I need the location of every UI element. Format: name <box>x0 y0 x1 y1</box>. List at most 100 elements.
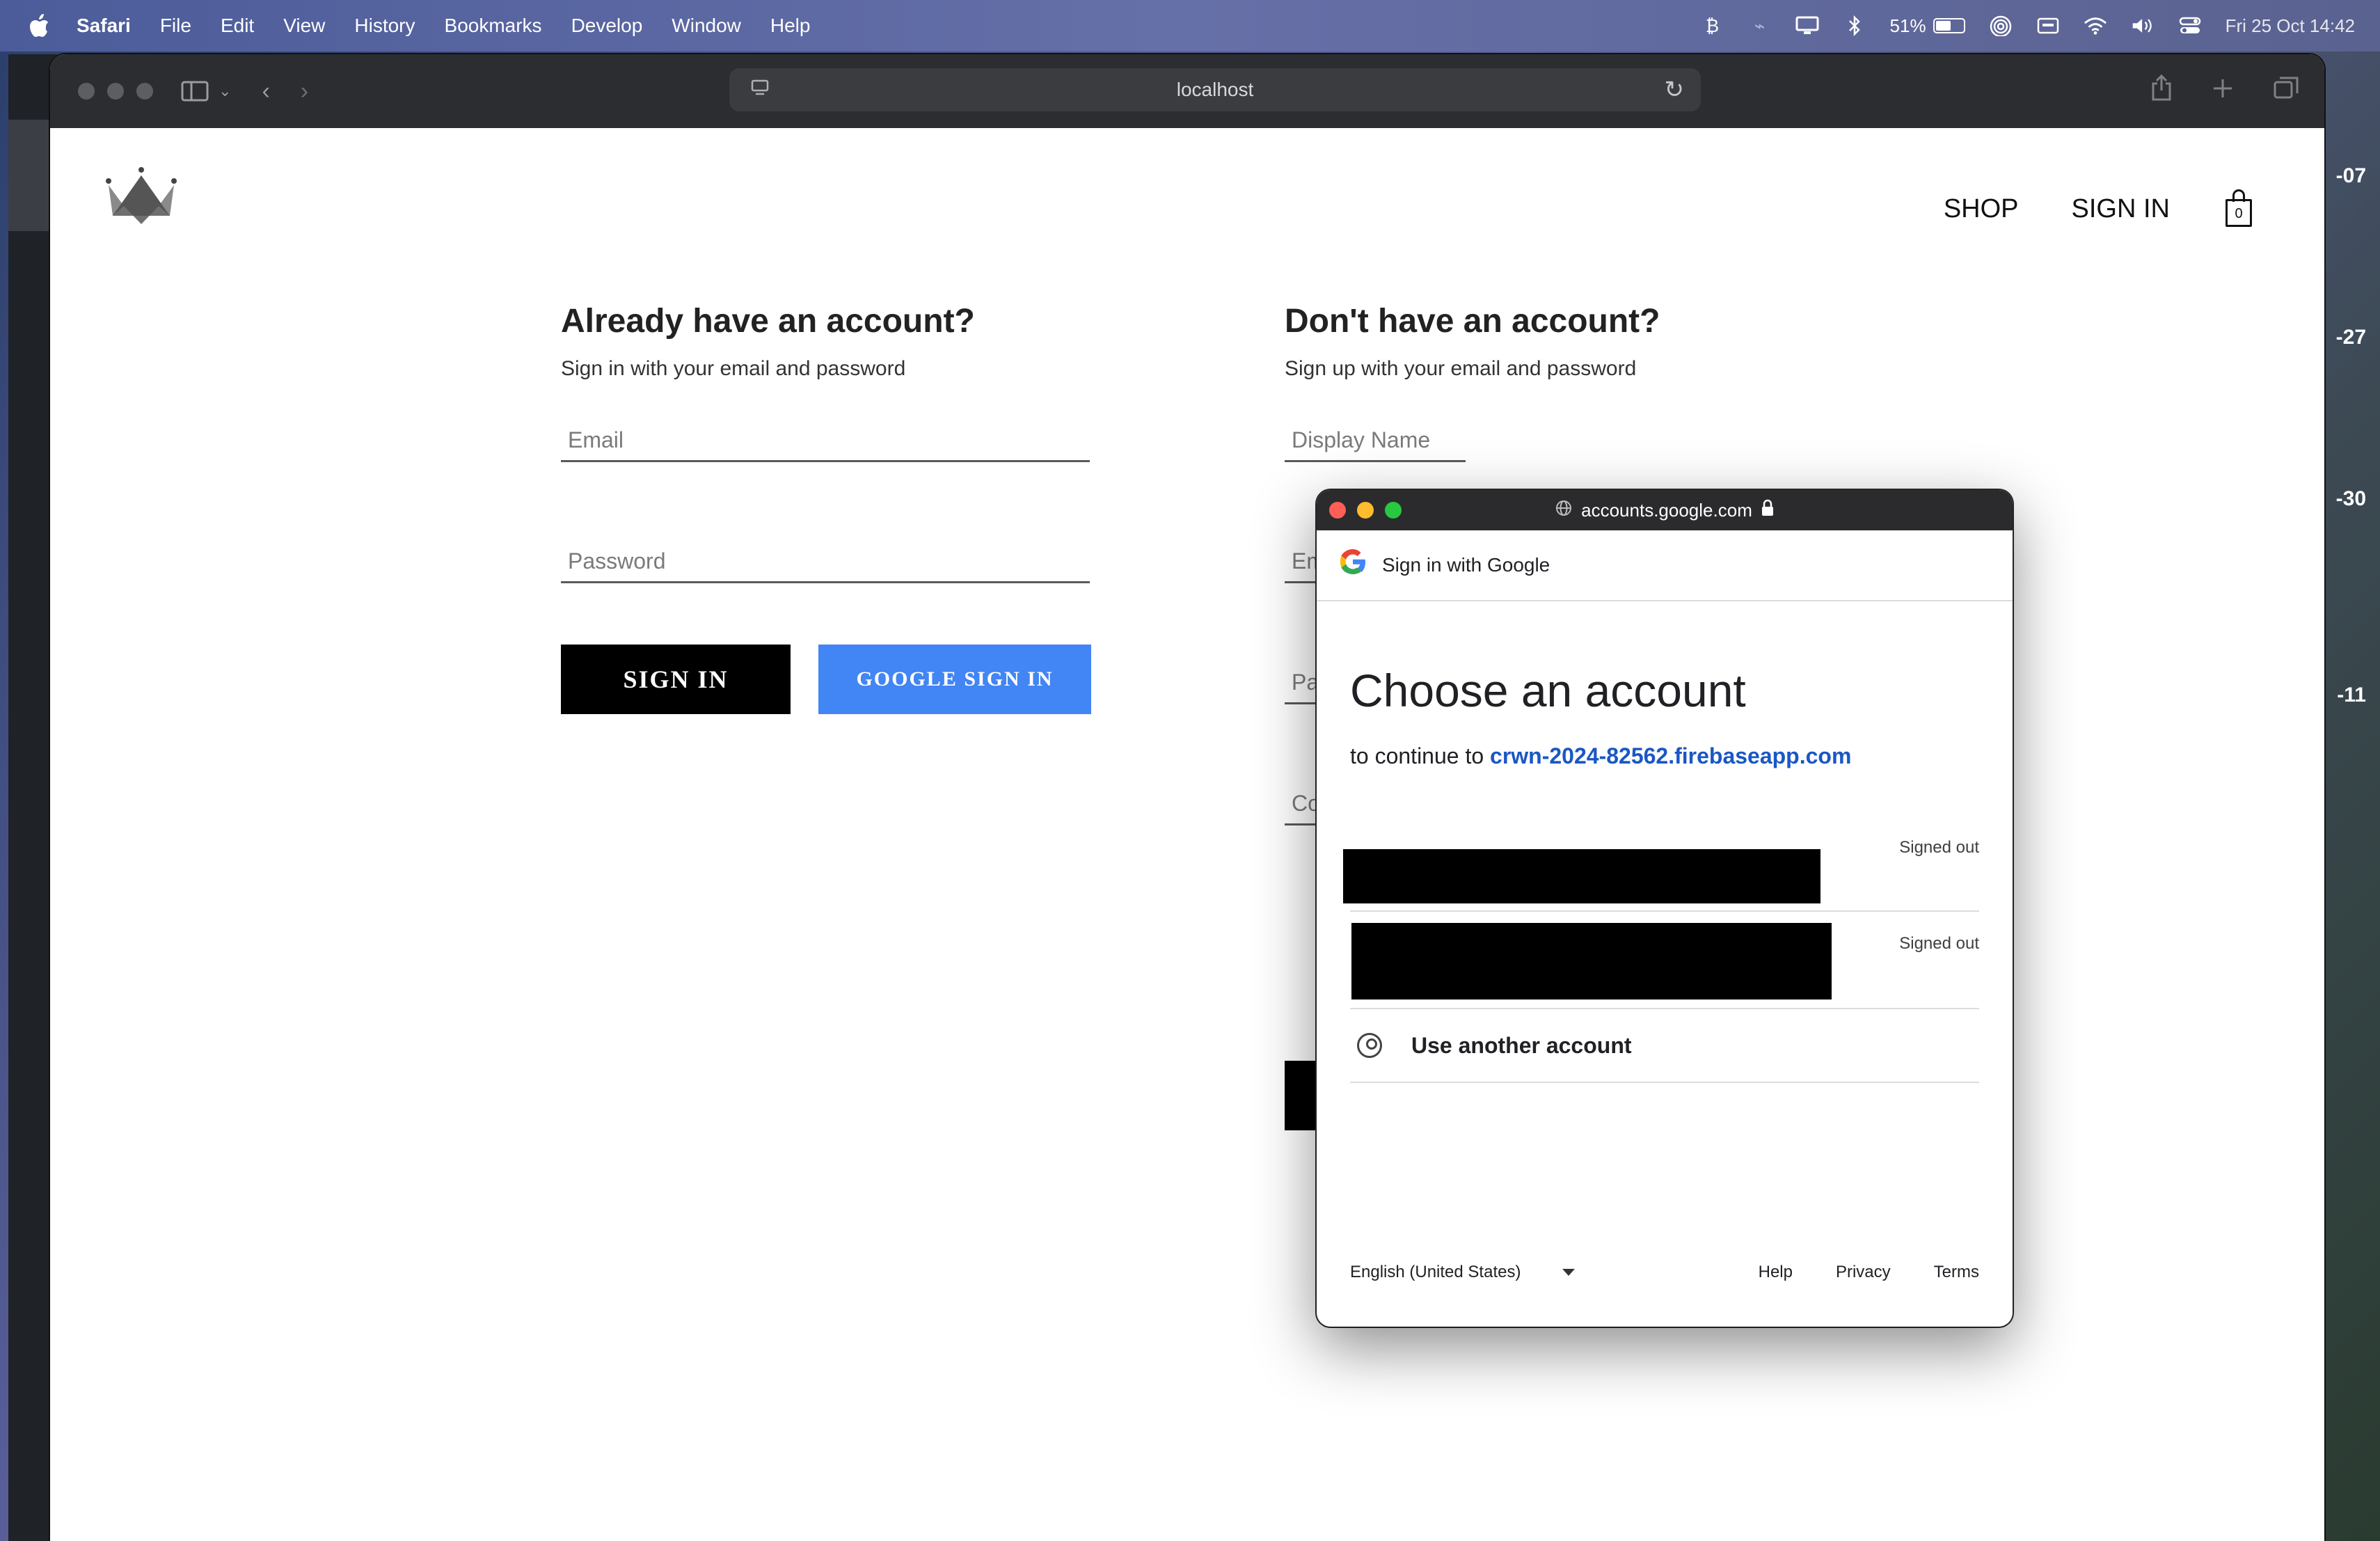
password-placeholder: Password <box>568 548 666 574</box>
email-placeholder: Email <box>568 427 624 452</box>
footer-privacy-link[interactable]: Privacy <box>1836 1263 1891 1282</box>
signup-section: Don't have an account? Sign up with your… <box>1285 302 1855 1130</box>
reload-icon[interactable]: ↻ <box>1665 76 1685 104</box>
menu-help[interactable]: Help <box>770 15 811 37</box>
signin-subtitle: Sign in with your email and password <box>561 357 906 380</box>
popup-titlebar: accounts.google.com <box>1317 490 2013 530</box>
lock-icon <box>1761 499 1775 522</box>
menu-bar: Safari File Edit View History Bookmarks … <box>0 0 2380 52</box>
signin-section: Already have an account? Sign in with yo… <box>561 302 1132 714</box>
footer-help-link[interactable]: Help <box>1759 1263 1793 1282</box>
confirm-password-placeholder: Co <box>1292 791 1320 816</box>
apple-icon[interactable] <box>28 12 51 40</box>
side-label: -07 <box>2335 164 2366 187</box>
popup-zoom-button[interactable] <box>1385 502 1402 519</box>
account-status: Signed out <box>1899 838 1979 857</box>
menu-window[interactable]: Window <box>672 15 741 37</box>
signup-title: Don't have an account? <box>1285 303 1660 340</box>
nav-shop-link[interactable]: SHOP <box>1944 194 2019 224</box>
account-row[interactable]: Signed out <box>1350 913 1979 1009</box>
activity-icon[interactable]: ⌁ <box>1748 15 1772 36</box>
top-nav: SHOP SIGN IN 0 <box>1944 189 2255 228</box>
battery-indicator[interactable]: 51% <box>1890 15 1965 37</box>
chevron-down-icon[interactable]: ⌄ <box>219 82 231 100</box>
footer-terms-link[interactable]: Terms <box>1934 1263 1979 1282</box>
menu-bookmarks[interactable]: Bookmarks <box>445 15 542 37</box>
display-name-placeholder: Display Name <box>1292 427 1431 452</box>
forward-icon[interactable]: › <box>301 78 308 105</box>
signup-password-placeholder: Pa <box>1292 670 1319 695</box>
toolbar-actions <box>2150 54 2299 128</box>
continue-app-link[interactable]: crwn-2024-82562.firebaseapp.com <box>1490 743 1851 768</box>
google-logo-icon <box>1338 546 1368 585</box>
menu-develop[interactable]: Develop <box>571 15 643 37</box>
use-another-account-label: Use another account <box>1411 1032 1632 1058</box>
signin-button[interactable]: SIGN IN <box>561 645 791 714</box>
page-menu-icon[interactable] <box>750 79 770 102</box>
volume-icon[interactable] <box>2131 15 2155 36</box>
menu-safari[interactable]: Safari <box>77 15 131 37</box>
menu-view[interactable]: View <box>283 15 325 37</box>
popup-window-controls <box>1329 502 1402 519</box>
side-label: -11 <box>2337 683 2366 706</box>
continue-prefix: to continue to <box>1350 743 1484 768</box>
cart-count: 0 <box>2235 206 2243 221</box>
menu-history[interactable]: History <box>354 15 415 37</box>
signup-subtitle: Sign up with your email and password <box>1285 357 1637 380</box>
password-field[interactable]: Password <box>561 521 1090 583</box>
new-tab-icon[interactable] <box>2212 77 2234 106</box>
side-label: -27 <box>2335 326 2366 349</box>
redacted-account <box>1351 923 1832 999</box>
language-select-value: English (United States) <box>1350 1263 1521 1281</box>
google-signin-popup: accounts.google.com Sign in with Google … <box>1317 490 2013 1327</box>
cart-icon[interactable]: 0 <box>2223 189 2255 228</box>
dropdown-caret-icon <box>1562 1269 1576 1276</box>
nav-signin-link[interactable]: SIGN IN <box>2072 194 2170 224</box>
wifi-icon[interactable] <box>2084 15 2107 36</box>
address-bar-url: localhost <box>1176 79 1254 100</box>
use-another-account-button[interactable]: Use another account <box>1350 1009 1979 1083</box>
side-label: -30 <box>2335 487 2366 510</box>
window-controls <box>78 83 153 100</box>
address-bar[interactable]: localhost ↻ <box>729 68 1701 111</box>
popup-footer: English (United States) Help Privacy Ter… <box>1350 1263 1979 1282</box>
email-field[interactable]: Email <box>561 400 1090 462</box>
battery-percent: 51% <box>1889 15 1926 36</box>
google-signin-button[interactable]: GOOGLE SIGN IN <box>818 645 1091 714</box>
redacted-account <box>1343 849 1820 903</box>
popup-minimize-button[interactable] <box>1357 502 1374 519</box>
safari-toolbar: ⌄ ‹ › localhost ↻ <box>50 54 2324 128</box>
battery-icon <box>1933 18 1965 33</box>
share-icon[interactable] <box>2150 74 2173 109</box>
sidebar-icon[interactable] <box>181 80 209 102</box>
script-icon[interactable]: ₿ <box>1701 15 1724 36</box>
display-icon[interactable] <box>1795 15 1819 36</box>
account-row[interactable]: Signed out <box>1343 817 1979 912</box>
menu-edit[interactable]: Edit <box>221 15 254 37</box>
airdrop-icon[interactable] <box>1989 15 2013 36</box>
popup-header-text: Sign in with Google <box>1382 554 1550 576</box>
crown-logo-icon[interactable] <box>103 167 180 230</box>
keyboard-icon[interactable] <box>2036 15 2060 36</box>
display-name-field[interactable]: Display Name <box>1285 400 1466 462</box>
minimize-button[interactable] <box>107 83 124 100</box>
menu-file[interactable]: File <box>160 15 191 37</box>
tab-overview-icon[interactable] <box>2273 76 2299 106</box>
popup-close-button[interactable] <box>1329 502 1346 519</box>
popup-url: accounts.google.com <box>1555 499 1775 522</box>
choose-account-heading: Choose an account <box>1350 665 1746 716</box>
footer-links: Help Privacy Terms <box>1759 1263 1979 1282</box>
popup-url-text: accounts.google.com <box>1581 499 1752 521</box>
back-icon[interactable]: ‹ <box>262 78 269 105</box>
popup-header: Sign in with Google <box>1317 530 2013 601</box>
background-side-labels: -07 -27 -30 -11 <box>2317 0 2380 1541</box>
signin-title: Already have an account? <box>561 303 975 340</box>
continue-to-text: to continue to crwn-2024-82562.firebasea… <box>1350 743 1851 769</box>
bluetooth-icon[interactable] <box>1843 15 1866 36</box>
account-circle-icon <box>1357 1033 1382 1058</box>
zoom-button[interactable] <box>136 83 153 100</box>
close-button[interactable] <box>78 83 95 100</box>
globe-icon <box>1555 499 1573 522</box>
control-center-icon[interactable] <box>2178 15 2202 36</box>
language-select[interactable]: English (United States) <box>1350 1263 1576 1282</box>
